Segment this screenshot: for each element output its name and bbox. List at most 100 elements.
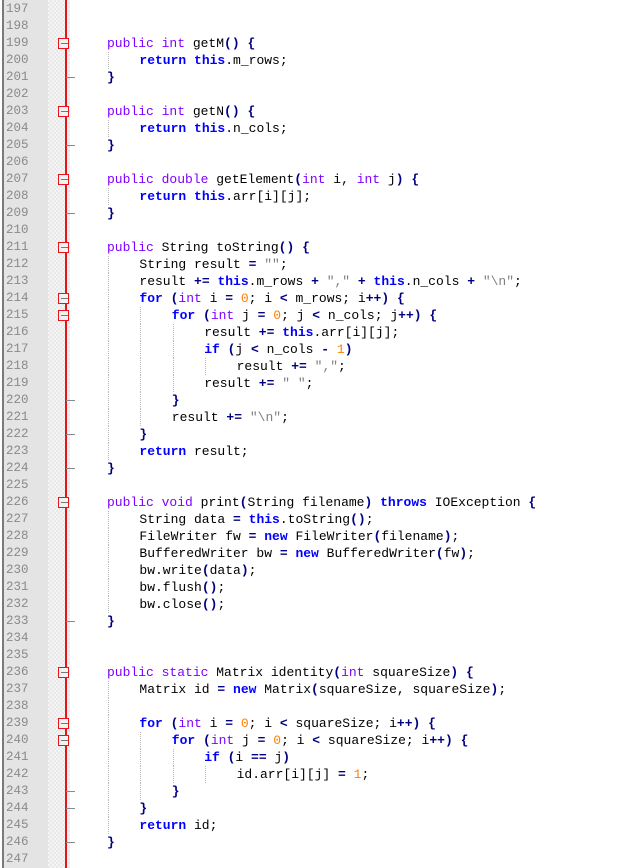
line-number: 233 — [6, 614, 29, 628]
fold-collapse-icon[interactable] — [58, 174, 69, 185]
code-line[interactable]: 207 public double getElement(int i, int j… — [0, 171, 627, 188]
indent-guide — [172, 358, 174, 375]
code-line[interactable]: 220} — [0, 392, 627, 409]
indent-guide — [108, 426, 109, 443]
indent-guide — [140, 358, 142, 375]
code-line[interactable]: 217 if (j < n_cols - 1) — [0, 341, 627, 358]
fold-collapse-icon[interactable] — [58, 667, 69, 678]
fold-collapse-icon[interactable] — [58, 497, 69, 508]
indent-guide — [108, 392, 109, 409]
code-line[interactable]: 241 if (i == j) — [0, 749, 627, 766]
code-text: if (i == j) — [204, 750, 291, 765]
string-literal: " " — [282, 376, 306, 391]
line-number: 210 — [6, 223, 29, 237]
indent-guide — [140, 409, 142, 426]
line-number: 245 — [6, 818, 29, 832]
code-line[interactable]: 229 BufferedWriter bw = new BufferedWrite… — [0, 545, 627, 562]
code-line[interactable]: 206 — [0, 154, 627, 171]
code-line[interactable]: 223 return result; — [0, 443, 627, 460]
line-number: 239 — [6, 716, 29, 730]
code-text: bw.close(); — [139, 597, 226, 612]
code-line[interactable]: 244} — [0, 800, 627, 817]
fold-collapse-icon[interactable] — [58, 718, 69, 729]
indent-guide — [108, 783, 109, 800]
code-line[interactable]: 202 — [0, 86, 627, 103]
code-text: public double getElement(int i, int j) { — [107, 172, 420, 187]
code-line[interactable]: 237 Matrix id = new Matrix(squareSize, sq… — [0, 681, 627, 698]
code-line[interactable]: 201} — [0, 69, 627, 86]
line-number: 205 — [6, 138, 29, 152]
code-line[interactable]: 208 return this.arr[i][j]; — [0, 188, 627, 205]
code-line[interactable]: 226 public void print(String filename) th… — [0, 494, 627, 511]
code-line[interactable]: 235 — [0, 647, 627, 664]
code-text: } — [107, 614, 115, 629]
fold-collapse-icon[interactable] — [58, 310, 69, 321]
code-line[interactable]: 222} — [0, 426, 627, 443]
code-line[interactable]: 243} — [0, 783, 627, 800]
code-line[interactable]: 245 return id; — [0, 817, 627, 834]
indent-guide — [205, 358, 207, 375]
code-line[interactable]: 218 result += ","; — [0, 358, 627, 375]
fold-collapse-icon[interactable] — [58, 106, 69, 117]
line-number: 211 — [6, 240, 29, 254]
indent-guide — [108, 800, 109, 817]
code-line[interactable]: 247 — [0, 851, 627, 868]
code-line[interactable]: 211 public String toString() { — [0, 239, 627, 256]
code-line[interactable]: 203 public int getN() { — [0, 103, 627, 120]
number-literal: 1 — [353, 767, 362, 782]
line-number: 243 — [6, 784, 29, 798]
code-line[interactable]: 214 for (int i = 0; i < m_rows; i++) { — [0, 290, 627, 307]
code-line[interactable]: 232 bw.close(); — [0, 596, 627, 613]
code-line[interactable]: 242 id.arr[i][j] = 1; — [0, 766, 627, 783]
line-number: 234 — [6, 631, 29, 645]
code-line[interactable]: 219 result += " "; — [0, 375, 627, 392]
code-line[interactable]: 209} — [0, 205, 627, 222]
code-editor[interactable]: 197 198 199 public int getM() {200 return th… — [0, 0, 627, 868]
code-line[interactable]: 197 — [0, 1, 627, 18]
code-line[interactable]: 238 — [0, 698, 627, 715]
code-line[interactable]: 216 result += this.arr[i][j]; — [0, 324, 627, 341]
code-line[interactable]: 227 String data = this.toString(); — [0, 511, 627, 528]
code-line[interactable]: 231 bw.flush(); — [0, 579, 627, 596]
code-line[interactable]: 234 — [0, 630, 627, 647]
code-line[interactable]: 236 public static Matrix identity(int squ… — [0, 664, 627, 681]
number-literal: 0 — [273, 308, 282, 323]
fold-collapse-icon[interactable] — [58, 242, 69, 253]
fold-collapse-icon[interactable] — [58, 735, 69, 746]
code-line[interactable]: 200 return this.m_rows; — [0, 52, 627, 69]
code-line[interactable]: 215 for (int j = 0; j < n_cols; j++) { — [0, 307, 627, 324]
code-text: } — [107, 461, 115, 476]
code-line[interactable]: 205} — [0, 137, 627, 154]
code-line[interactable]: 199 public int getM() { — [0, 35, 627, 52]
code-line[interactable]: 233} — [0, 613, 627, 630]
code-line[interactable]: 239 for (int i = 0; i < squareSize; i++) … — [0, 715, 627, 732]
line-number: 215 — [6, 308, 29, 322]
code-line[interactable]: 204 return this.n_cols; — [0, 120, 627, 137]
indent-guide — [108, 120, 109, 137]
code-line[interactable]: 224} — [0, 460, 627, 477]
code-text: String data = this.toString(); — [139, 512, 374, 527]
indent-guide — [172, 324, 174, 341]
fold-collapse-icon[interactable] — [58, 38, 69, 49]
code-line[interactable]: 198 — [0, 18, 627, 35]
indent-guide — [108, 256, 109, 273]
fold-collapse-icon[interactable] — [58, 293, 69, 304]
code-line[interactable]: 212 String result = ""; — [0, 256, 627, 273]
code-text: bw.write(data); — [139, 563, 257, 578]
line-number: 209 — [6, 206, 29, 220]
indent-guide — [108, 698, 109, 715]
code-line[interactable]: 225 — [0, 477, 627, 494]
code-line[interactable]: 246} — [0, 834, 627, 851]
code-line[interactable]: 240 for (int j = 0; i < squareSize; i++) … — [0, 732, 627, 749]
code-line[interactable]: 210 — [0, 222, 627, 239]
code-lines[interactable]: 197 198 199 public int getM() {200 return th… — [0, 1, 627, 868]
code-line[interactable]: 221 result += "\n"; — [0, 409, 627, 426]
code-line[interactable]: 228 FileWriter fw = new FileWriter(filena… — [0, 528, 627, 545]
indent-guide — [108, 749, 109, 766]
code-text: bw.flush(); — [139, 580, 226, 595]
code-line[interactable]: 213 result += this.m_rows + "," + this.n_… — [0, 273, 627, 290]
fold-end-marker — [66, 468, 75, 469]
code-line[interactable]: 230 bw.write(data); — [0, 562, 627, 579]
code-text: for (int j = 0; i < squareSize; i++) { — [171, 733, 469, 748]
indent-guide — [140, 783, 142, 800]
